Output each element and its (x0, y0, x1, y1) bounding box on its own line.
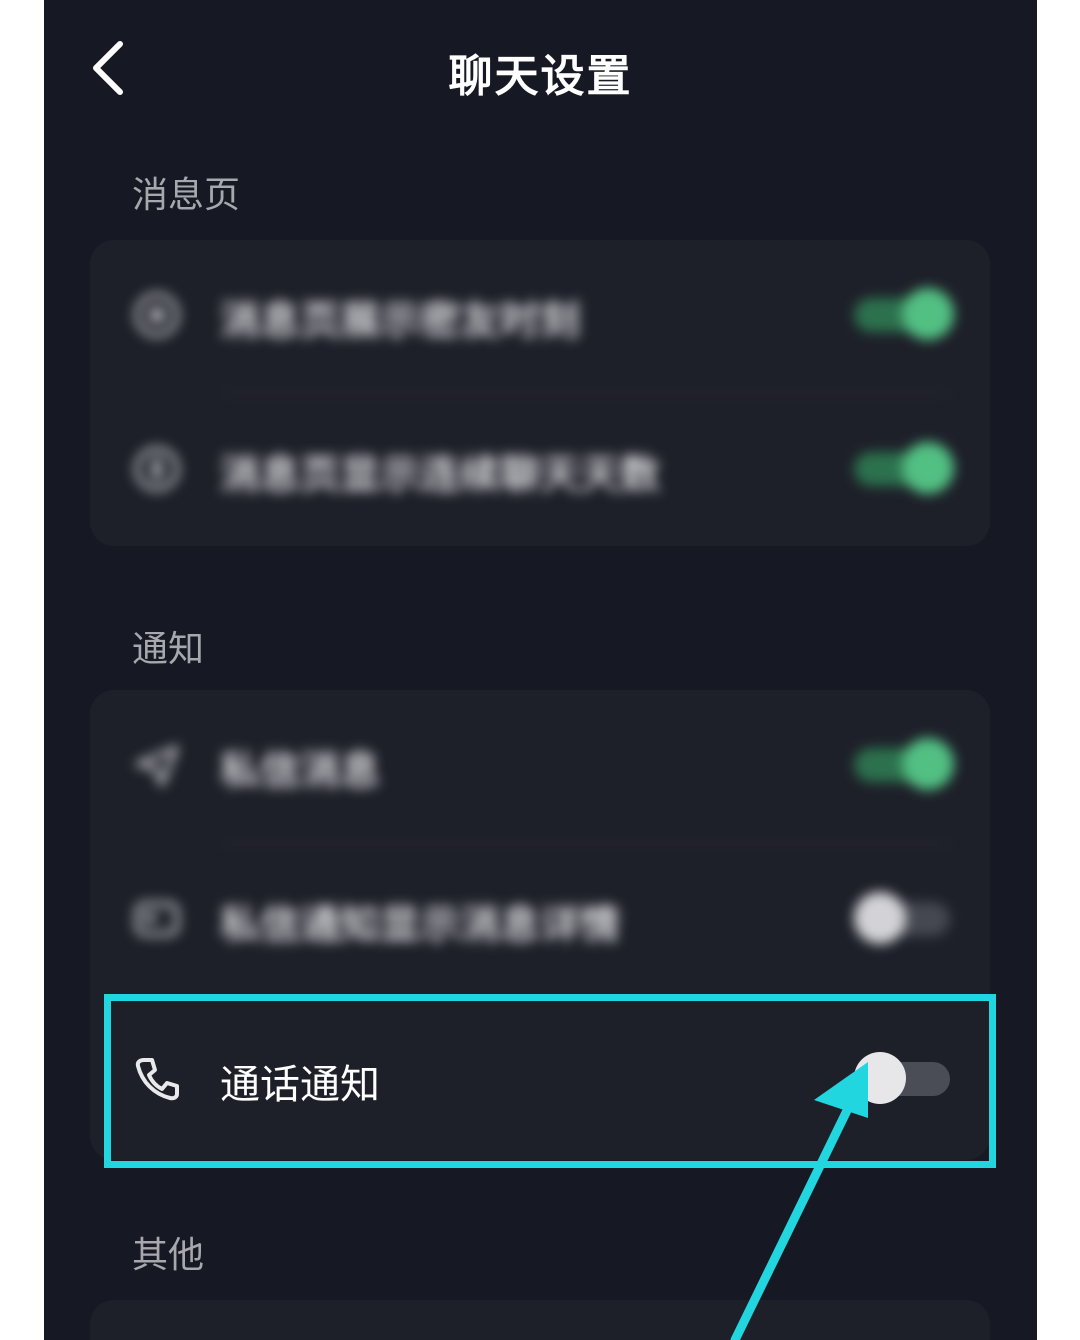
row-direct-messages[interactable]: 私信消息 (90, 690, 990, 840)
row-label: 私信通知显示消息详情 (220, 902, 620, 948)
row-show-chat-streak-days[interactable]: 消息页显示连续聊天天数 (90, 394, 990, 544)
header: 聊天设置 (44, 0, 1037, 140)
row-show-friend-moments[interactable]: 消息页展示密友时刻 (90, 240, 990, 390)
toggle-switch-on[interactable] (854, 738, 954, 790)
row-label: 私信消息 (220, 748, 380, 794)
section-label-notifications: 通知 (132, 629, 205, 670)
section-label-other: 其他 (132, 1235, 205, 1276)
toggle-switch-on[interactable] (854, 288, 954, 340)
row-label: 消息页显示连续聊天天数 (220, 452, 660, 498)
row-show-message-details[interactable]: 私信通知显示消息详情 (90, 844, 990, 994)
other-card (90, 1300, 990, 1340)
toggle-switch-off[interactable] (854, 892, 950, 944)
page-title: 聊天设置 (448, 51, 633, 102)
toggle-switch-on[interactable] (854, 442, 954, 494)
message-page-card: 消息页展示密友时刻 消息页显示连续聊天天数 (90, 240, 990, 546)
row-label: 消息页展示密友时刻 (220, 298, 580, 344)
moment-icon (134, 292, 180, 338)
flame-icon (134, 446, 180, 492)
highlight-box (104, 994, 996, 1168)
section-label-message-page: 消息页 (132, 175, 241, 216)
send-icon (135, 745, 179, 787)
message-card-icon (134, 901, 180, 937)
